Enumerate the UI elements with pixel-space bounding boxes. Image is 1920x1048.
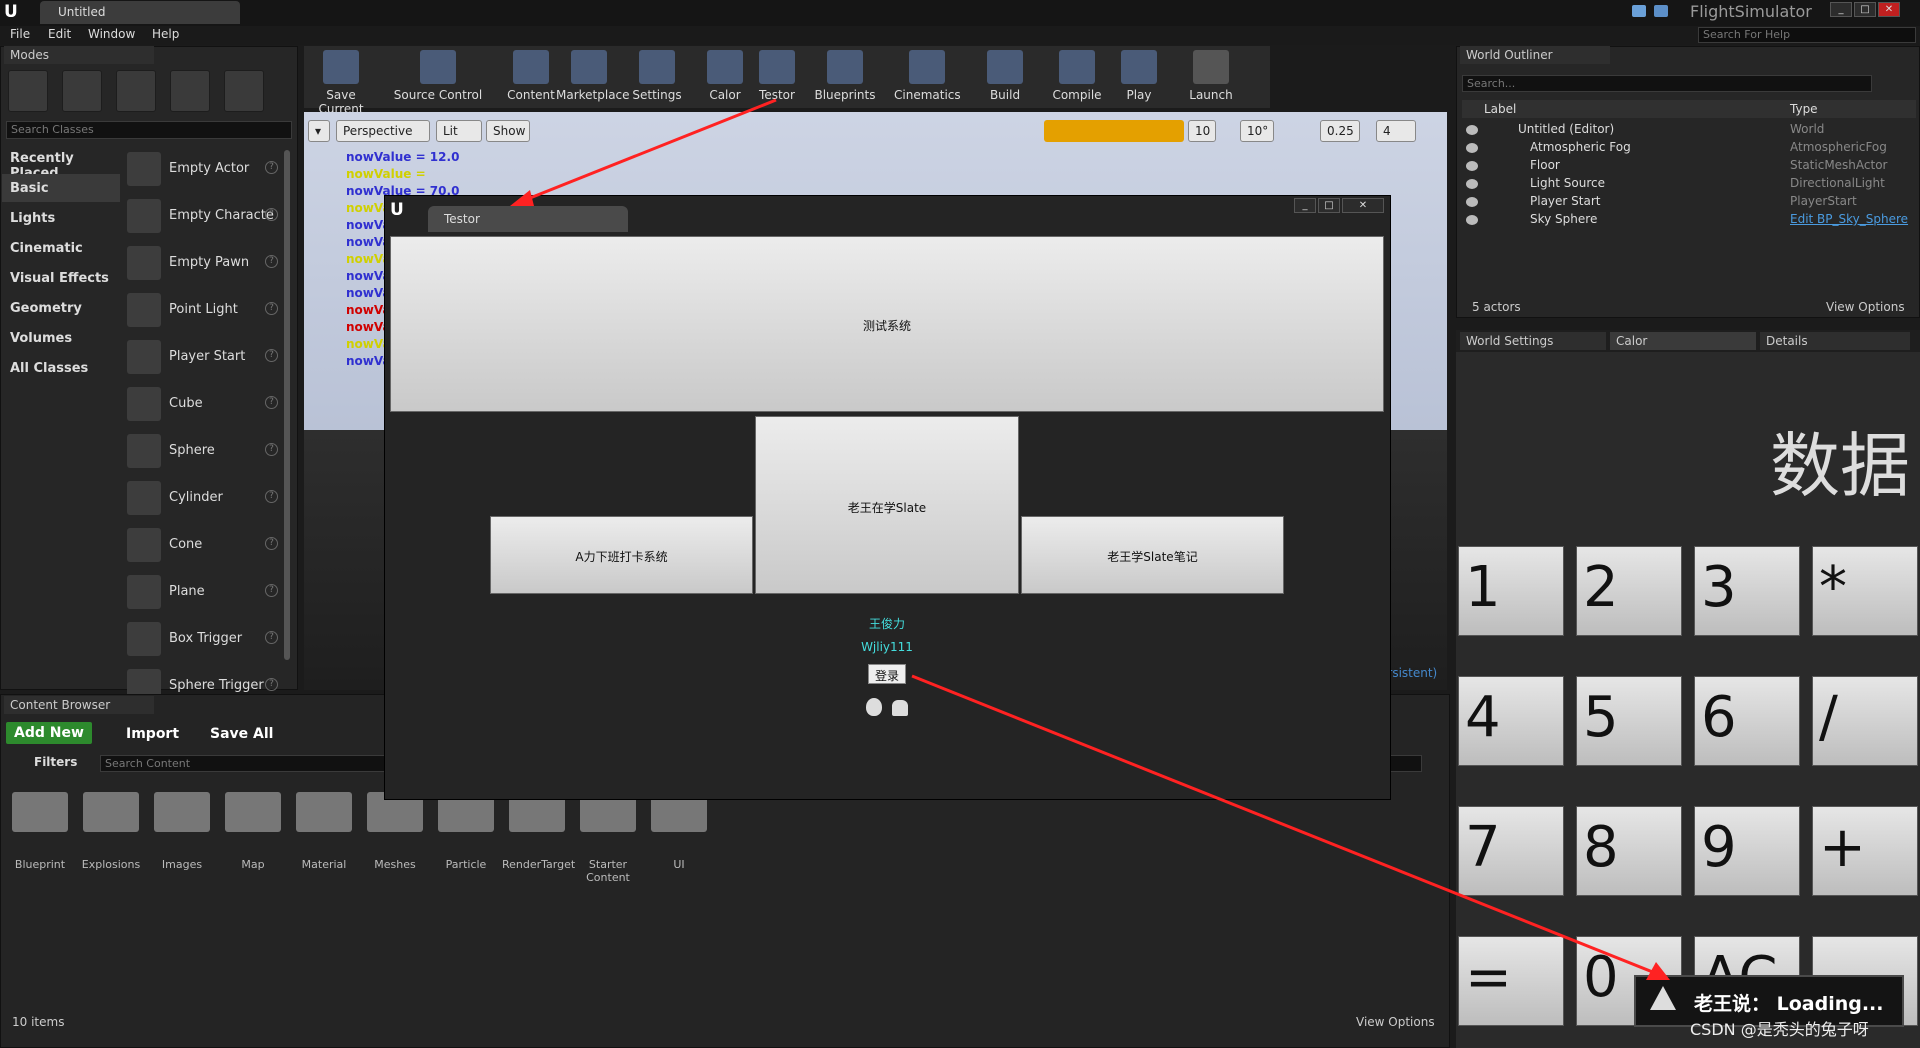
annotation-arrows (510, 98, 1670, 980)
watermark: CSDN @是秃头的兔子呀 (1690, 1020, 1869, 1039)
